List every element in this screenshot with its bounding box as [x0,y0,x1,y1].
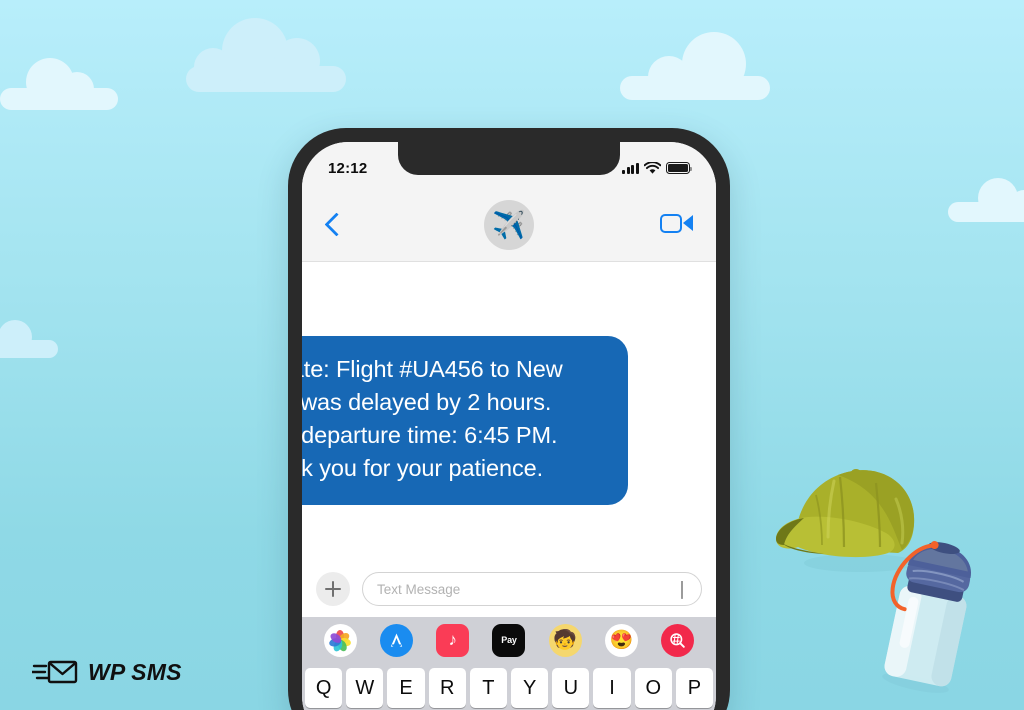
music-app-icon[interactable]: ♪ [436,623,470,657]
bubble-line-1: Update: Flight #UA456 to New [302,356,563,382]
poster-canvas: 12:12 ✈️ te: Flight #UA456 to New was de… [0,0,1024,710]
key-w[interactable]: W [346,668,384,708]
memoji-face-glyph: 🧒 [553,630,578,651]
imessage-app-drawer: ♪ Pay 🧒 😍 [302,617,716,663]
key-o[interactable]: O [634,668,672,708]
battery-full-icon [666,162,693,174]
status-indicators [622,156,693,175]
bubble-line-3: New departure time: 6:45 PM. [302,422,558,448]
text-message-placeholder: Text Message [377,581,461,597]
status-time: 12:12 [328,159,368,177]
apple-pay-label: Pay [501,635,517,645]
cloud-top-left [0,58,118,110]
music-note-glyph: ♪ [448,630,457,649]
water-bottle-illustration [872,535,992,695]
cloud-upper-left [186,18,346,92]
airplane-emoji-icon: ✈️ [492,209,526,240]
memoji-icon[interactable]: 🧒 [548,623,582,657]
chevron-left-icon[interactable] [326,212,341,238]
iphone-device: 12:12 ✈️ te: Flight #UA456 to New was de… [288,128,730,710]
apple-pay-icon[interactable]: Pay [492,623,526,657]
cloud-right [948,178,1024,222]
keyboard-row-top: Q W E R T Y U I O P [305,668,714,708]
key-p[interactable]: P [675,668,714,708]
memoji-stickers-icon[interactable]: 😍 [605,623,639,657]
video-camera-body [660,214,682,233]
video-camera-lens [683,215,693,231]
key-y[interactable]: Y [511,668,549,708]
key-e[interactable]: E [387,668,425,708]
wp-sms-wordmark: WP SMS [88,658,182,685]
images-search-icon[interactable] [661,623,695,657]
plus-icon[interactable] [316,572,350,606]
key-q[interactable]: Q [305,668,343,708]
message-input-bar: Text Message [302,561,716,617]
video-camera-icon[interactable] [660,214,694,236]
conversation-header: ✈️ [302,188,716,262]
cloud-top-center [620,32,770,100]
phone-notch [398,142,620,175]
cloud-left-mid [0,320,58,358]
contact-avatar[interactable]: ✈️ [484,200,534,250]
key-u[interactable]: U [552,668,590,708]
wp-sms-logo: WP SMS [30,657,182,687]
key-t[interactable]: T [469,668,508,708]
photos-app-icon[interactable] [323,623,357,657]
phone-screen: 12:12 ✈️ te: Flight #UA456 to New was de… [302,142,716,710]
onscreen-keyboard: Q W E R T Y U I O P [302,663,716,710]
key-i[interactable]: I [593,668,631,708]
message-bubble-incoming[interactable]: Update: Flight #UA456 to New York was de… [302,336,628,505]
key-r[interactable]: R [428,668,466,708]
search-input[interactable]: Text Message [362,572,702,606]
envelope-speed-icon [30,657,78,687]
bubble-line-4: Thank you for your patience. [302,455,544,481]
memoji-sticker-glyph: 😍 [609,630,634,651]
wifi-icon [644,161,661,174]
cellular-bars-icon [622,162,639,174]
microphone-icon[interactable] [681,581,689,599]
photos-flower-glyph [328,629,352,653]
bubble-line-2: York was delayed by 2 hours. [302,389,552,415]
app-store-icon[interactable] [379,623,413,657]
